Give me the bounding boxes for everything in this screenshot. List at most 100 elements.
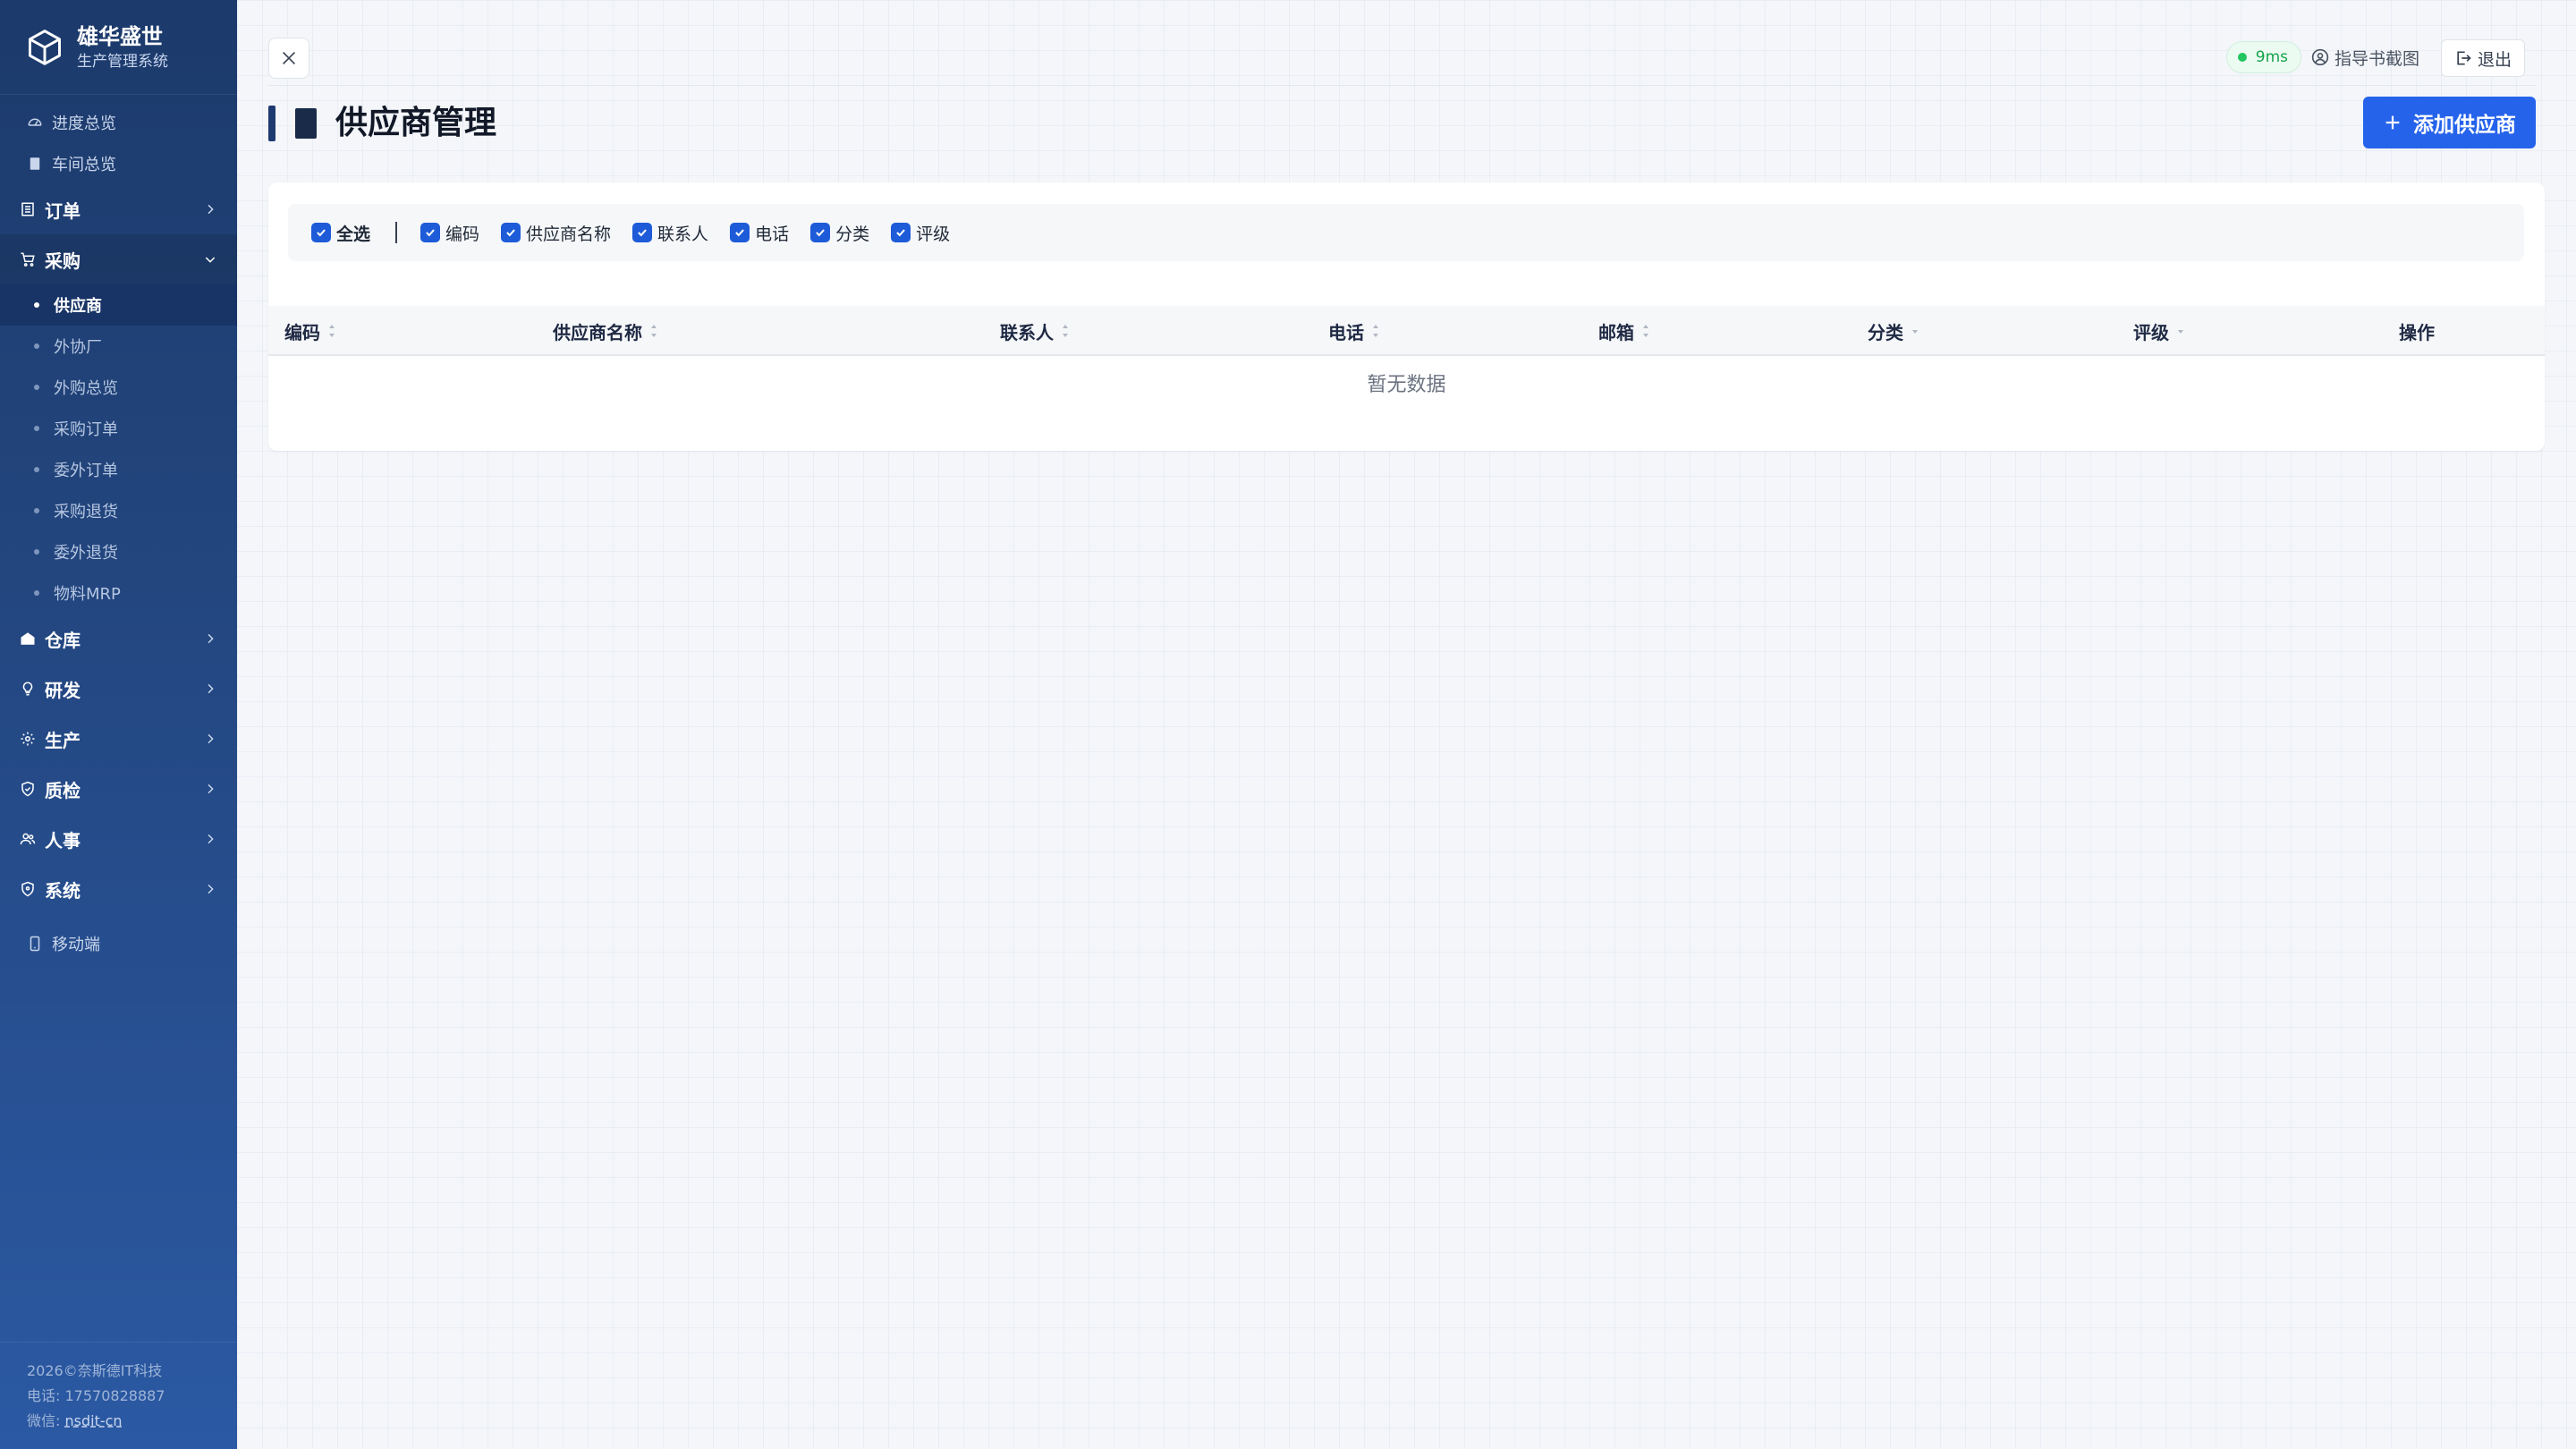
sidebar-item-material-mrp[interactable]: 物料MRP <box>0 572 237 614</box>
column-header-rating[interactable]: 评级 <box>2133 306 2185 356</box>
latency-badge: 9ms <box>2225 41 2301 73</box>
checkbox-checked-icon <box>891 223 911 242</box>
guide-screenshot-link[interactable]: 指导书截图 <box>2311 41 2419 73</box>
select-all-checkbox[interactable]: 全选 <box>311 221 370 245</box>
sidebar-group-label: 订单 <box>45 199 80 222</box>
sidebar-group-orders[interactable]: 订单 <box>0 184 237 234</box>
close-tab-button[interactable] <box>268 38 309 79</box>
sidebar-item-mobile[interactable]: 移动端 <box>0 923 237 964</box>
sidebar: 雄华盛世 生产管理系统 进度总览 车间总览 订单 采购 供应商 外协厂 外购总览… <box>0 0 237 1449</box>
column-toggle-phone[interactable]: 电话 <box>730 221 789 245</box>
sidebar-item-workshop-overview[interactable]: 车间总览 <box>0 143 237 184</box>
sidebar-item-external-purchase-overview[interactable]: 外购总览 <box>0 367 237 408</box>
filter-caret-icon[interactable] <box>1911 324 1919 338</box>
sidebar-group-quality[interactable]: 质检 <box>0 764 237 814</box>
sidebar-group-production[interactable]: 生产 <box>0 714 237 764</box>
checkbox-label: 供应商名称 <box>526 224 612 244</box>
column-header-label: 邮箱 <box>1598 321 1634 343</box>
sidebar-group-rnd[interactable]: 研发 <box>0 664 237 714</box>
warehouse-icon <box>20 631 36 647</box>
bullet-icon <box>34 302 39 308</box>
chevron-right-icon <box>208 204 214 215</box>
column-filter-bar: 全选 编码 供应商名称 联系人 电话 分类 评级 <box>288 204 2524 261</box>
sidebar-group-label: 生产 <box>45 729 80 751</box>
sidebar-group-warehouse[interactable]: 仓库 <box>0 614 237 664</box>
shield-icon <box>20 881 36 897</box>
chevron-right-icon <box>208 784 214 794</box>
sidebar-group-system[interactable]: 系统 <box>0 864 237 914</box>
sidebar-nav: 进度总览 车间总览 订单 采购 供应商 外协厂 外购总览 采购订单 委外订单 采… <box>0 95 237 964</box>
sidebar-item-outsource-factory[interactable]: 外协厂 <box>0 326 237 367</box>
gear-icon <box>20 731 36 747</box>
sidebar-item-label: 采购退货 <box>54 503 118 521</box>
sidebar-item-progress-overview[interactable]: 进度总览 <box>0 102 237 143</box>
sidebar-group-purchase[interactable]: 采购 <box>0 234 237 284</box>
status-dot-icon <box>2237 53 2247 62</box>
column-header-phone[interactable]: 电话 <box>1328 306 1380 356</box>
sort-icon[interactable] <box>649 324 658 338</box>
column-header-contact[interactable]: 联系人 <box>1000 306 1070 356</box>
wechat-link[interactable]: nsdit-cn <box>65 1412 123 1429</box>
sidebar-item-label: 委外退货 <box>54 544 118 563</box>
checkbox-label: 全选 <box>336 224 371 244</box>
bullet-icon <box>34 343 39 349</box>
bullet-icon <box>34 549 39 555</box>
user-circle-icon <box>2311 48 2329 66</box>
brand[interactable]: 雄华盛世 生产管理系统 <box>0 0 237 95</box>
sort-icon[interactable] <box>1641 324 1650 338</box>
checkbox-label: 电话 <box>755 224 790 244</box>
column-toggle-code[interactable]: 编码 <box>420 221 479 245</box>
sidebar-item-outsource-order[interactable]: 委外订单 <box>0 449 237 490</box>
sidebar-item-purchase-return[interactable]: 采购退货 <box>0 490 237 531</box>
checkbox-checked-icon <box>501 223 521 242</box>
column-header-email[interactable]: 邮箱 <box>1598 306 1650 356</box>
table-header: 编码 供应商名称 联系人 电话 邮箱 分类 评级 操作 <box>268 306 2545 356</box>
sidebar-group-label: 仓库 <box>45 629 80 651</box>
filter-caret-icon[interactable] <box>2176 324 2185 338</box>
close-icon <box>282 51 296 65</box>
brand-name: 雄华盛世 <box>77 23 163 49</box>
column-header-supplier-name[interactable]: 供应商名称 <box>553 306 658 356</box>
title-book-icon <box>295 108 317 139</box>
column-header-code[interactable]: 编码 <box>284 306 336 356</box>
sidebar-item-label: 移动端 <box>52 936 100 954</box>
bullet-icon <box>34 426 39 431</box>
sort-icon[interactable] <box>327 324 336 338</box>
mobile-icon <box>27 936 43 952</box>
add-supplier-button[interactable]: 添加供应商 <box>2363 97 2536 148</box>
sidebar-item-label: 进度总览 <box>52 114 116 133</box>
sort-icon[interactable] <box>1371 324 1380 338</box>
column-header-label: 供应商名称 <box>553 321 642 343</box>
column-toggle-supplier-name[interactable]: 供应商名称 <box>501 221 611 245</box>
sidebar-group-label: 研发 <box>45 679 80 701</box>
checkbox-label: 分类 <box>835 224 870 244</box>
document-icon <box>27 156 43 172</box>
sidebar-group-hr[interactable]: 人事 <box>0 814 237 864</box>
logout-label: 退出 <box>2477 49 2512 70</box>
column-toggle-contact[interactable]: 联系人 <box>632 221 708 245</box>
sidebar-item-purchase-order[interactable]: 采购订单 <box>0 408 237 449</box>
checkbox-checked-icon <box>311 223 331 242</box>
sort-icon[interactable] <box>1061 324 1070 338</box>
column-header-label: 编码 <box>284 321 320 343</box>
cart-icon <box>20 251 36 267</box>
sidebar-item-outsource-return[interactable]: 委外退货 <box>0 531 237 572</box>
bullet-icon <box>34 385 39 390</box>
logout-button[interactable]: 退出 <box>2440 39 2525 77</box>
add-supplier-label: 添加供应商 <box>2413 114 2516 137</box>
column-header-actions: 操作 <box>2399 306 2435 356</box>
phone-line: 电话: 17570828887 <box>27 1384 237 1409</box>
column-toggle-category[interactable]: 分类 <box>810 221 869 245</box>
sidebar-item-supplier[interactable]: 供应商 <box>0 284 237 326</box>
cube-logo-icon <box>29 29 61 65</box>
checkbox-label: 评级 <box>916 224 951 244</box>
wechat-line: 微信: nsdit-cn <box>27 1409 237 1434</box>
column-header-category[interactable]: 分类 <box>1868 306 1919 356</box>
column-toggle-rating[interactable]: 评级 <box>891 221 950 245</box>
phone-label: 电话: <box>27 1387 61 1404</box>
supplier-table: 编码 供应商名称 联系人 电话 邮箱 分类 评级 操作 暂无数据 <box>268 306 2545 410</box>
guide-label: 指导书截图 <box>2334 48 2419 69</box>
empty-state: 暂无数据 <box>1367 374 1446 396</box>
brand-subtitle: 生产管理系统 <box>77 52 168 71</box>
checkbox-checked-icon <box>632 223 653 242</box>
